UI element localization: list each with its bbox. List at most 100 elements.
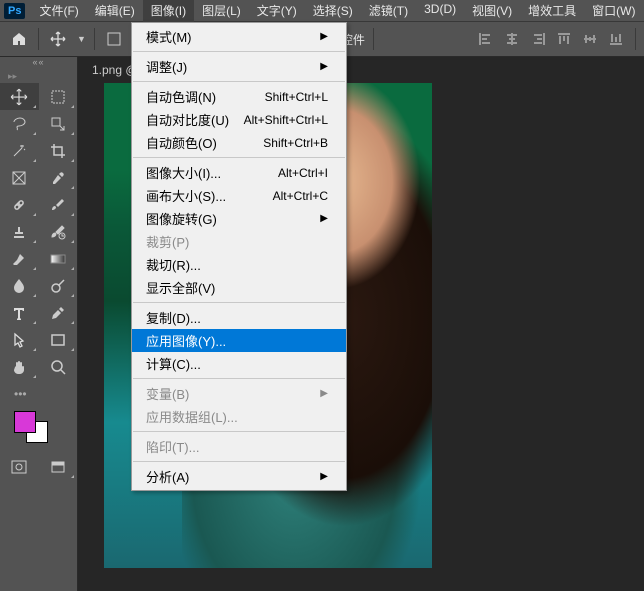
zoom-tool[interactable] xyxy=(39,353,78,380)
menu-separator xyxy=(133,378,345,379)
menu-separator xyxy=(133,431,345,432)
menu-9[interactable]: 增效工具 xyxy=(520,0,584,22)
menu-item-12[interactable]: 裁切(R)... xyxy=(132,253,346,276)
menu-8[interactable]: 视图(V) xyxy=(464,0,520,22)
menu-item-9[interactable]: 画布大小(S)... Alt+Ctrl+C xyxy=(132,184,346,207)
menu-separator xyxy=(133,81,345,82)
menu-item-label: 自动颜色(O) xyxy=(146,133,217,152)
menu-item-15[interactable]: 复制(D)... xyxy=(132,306,346,329)
menu-shortcut: Alt+Shift+Ctrl+L xyxy=(244,113,328,127)
brush-tool[interactable] xyxy=(39,191,78,218)
menu-2[interactable]: 图像(I) xyxy=(143,0,194,22)
submenu-arrow-icon: ▶ xyxy=(320,31,328,42)
lasso-tool[interactable] xyxy=(0,110,39,137)
crop-tool[interactable] xyxy=(39,137,78,164)
menu-item-label: 模式(M) xyxy=(146,27,192,46)
marquee-tool[interactable] xyxy=(39,83,78,110)
healing-tool[interactable] xyxy=(0,191,39,218)
menu-item-label: 自动对比度(U) xyxy=(146,110,229,129)
menu-4[interactable]: 文字(Y) xyxy=(249,0,305,22)
hand-tool[interactable] xyxy=(0,353,39,380)
menu-item-10[interactable]: 图像旋转(G) ▶ xyxy=(132,207,346,230)
pen-tool[interactable] xyxy=(39,299,78,326)
menu-item-6[interactable]: 自动颜色(O) Shift+Ctrl+B xyxy=(132,131,346,154)
submenu-arrow-icon: ▶ xyxy=(320,213,328,224)
menu-separator xyxy=(133,461,345,462)
submenu-arrow-icon: ▶ xyxy=(320,471,328,482)
align-hcenter-icon[interactable] xyxy=(501,29,523,49)
menu-shortcut: Shift+Ctrl+L xyxy=(265,90,328,104)
menu-1[interactable]: 编辑(E) xyxy=(87,0,143,22)
menu-item-label: 计算(C)... xyxy=(146,354,201,373)
menu-separator xyxy=(133,302,345,303)
menu-item-8[interactable]: 图像大小(I)...Alt+Ctrl+I xyxy=(132,161,346,184)
menu-5[interactable]: 选择(S) xyxy=(305,0,361,22)
menu-6[interactable]: 滤镜(T) xyxy=(361,0,416,22)
menu-item-5[interactable]: 自动对比度(U) Alt+Shift+Ctrl+L xyxy=(132,108,346,131)
quick-mask-tool[interactable] xyxy=(0,453,39,480)
dodge-tool[interactable] xyxy=(39,272,78,299)
menu-item-label: 陷印(T)... xyxy=(146,437,199,456)
eyedropper-tool[interactable] xyxy=(39,164,78,191)
menu-item-label: 显示全部(V) xyxy=(146,278,215,297)
menu-item-label: 变量(B) xyxy=(146,384,189,403)
menu-item-label: 画布大小(S)... xyxy=(146,186,226,205)
menu-item-16[interactable]: 应用图像(Y)... xyxy=(132,329,346,352)
menu-item-label: 分析(A) xyxy=(146,467,189,486)
menu-shortcut: Alt+Ctrl+I xyxy=(278,166,328,180)
menu-item-label: 裁剪(P) xyxy=(146,232,189,251)
menu-10[interactable]: 窗口(W) xyxy=(584,0,643,22)
menu-7[interactable]: 3D(D) xyxy=(416,0,464,22)
submenu-arrow-icon: ▶ xyxy=(320,61,328,72)
menu-item-22: 陷印(T)... xyxy=(132,435,346,458)
menu-0[interactable]: 文件(F) xyxy=(31,0,86,22)
menu-item-0[interactable]: 模式(M) ▶ xyxy=(132,25,346,48)
menu-item-19: 变量(B) ▶ xyxy=(132,382,346,405)
align-group xyxy=(475,29,627,49)
eraser-tool[interactable] xyxy=(0,245,39,272)
edit-toolbar[interactable]: ••• xyxy=(0,380,77,407)
gradient-tool[interactable] xyxy=(39,245,78,272)
move-tool[interactable] xyxy=(0,83,39,110)
menu-item-20: 应用数据组(L)... xyxy=(132,405,346,428)
type-tool[interactable] xyxy=(0,299,39,326)
menu-item-24[interactable]: 分析(A) ▶ xyxy=(132,465,346,488)
menu-item-label: 调整(J) xyxy=(146,57,187,76)
menu-item-label: 自动色调(N) xyxy=(146,87,216,106)
menu-shortcut: Alt+Ctrl+C xyxy=(273,189,328,203)
color-swatches[interactable] xyxy=(0,407,77,447)
home-icon[interactable] xyxy=(8,28,30,50)
blur-tool[interactable] xyxy=(0,272,39,299)
align-right-icon[interactable] xyxy=(527,29,549,49)
menu-3[interactable]: 图层(L) xyxy=(194,0,249,22)
screen-mode-tool[interactable] xyxy=(39,453,78,480)
menu-item-4[interactable]: 自动色调(N) Shift+Ctrl+L xyxy=(132,85,346,108)
move-tool-icon[interactable] xyxy=(47,28,69,50)
align-vcenter-icon[interactable] xyxy=(579,29,601,49)
menu-item-13[interactable]: 显示全部(V) xyxy=(132,276,346,299)
frame-tool[interactable] xyxy=(0,164,39,191)
submenu-arrow-icon: ▶ xyxy=(320,388,328,399)
menu-item-label: 图像旋转(G) xyxy=(146,209,217,228)
menu-item-label: 应用图像(Y)... xyxy=(146,331,226,350)
stamp-tool[interactable] xyxy=(0,218,39,245)
panel-collapse-handle[interactable]: «« xyxy=(0,57,77,71)
menu-item-2[interactable]: 调整(J) ▶ xyxy=(132,55,346,78)
menu-item-11: 裁剪(P) xyxy=(132,230,346,253)
align-bottom-icon[interactable] xyxy=(605,29,627,49)
magic-wand-tool[interactable] xyxy=(0,137,39,164)
image-menu-dropdown: 模式(M) ▶ 调整(J) ▶ 自动色调(N) Shift+Ctrl+L 自动对比度(U) A… xyxy=(131,22,347,491)
align-left-icon[interactable] xyxy=(475,29,497,49)
path-select-tool[interactable] xyxy=(0,326,39,353)
selection-tool[interactable] xyxy=(39,110,78,137)
shape-tool[interactable] xyxy=(39,326,78,353)
history-brush-tool[interactable] xyxy=(39,218,78,245)
align-top-icon[interactable] xyxy=(553,29,575,49)
ps-logo: Ps xyxy=(4,3,25,19)
menu-item-17[interactable]: 计算(C)... xyxy=(132,352,346,375)
auto-select-checkbox[interactable] xyxy=(103,28,125,50)
menu-separator xyxy=(133,51,345,52)
menu-shortcut: Shift+Ctrl+B xyxy=(263,136,328,150)
tools-panel: «« ▸▸ ••• xyxy=(0,57,78,591)
foreground-color-swatch[interactable] xyxy=(14,411,36,433)
